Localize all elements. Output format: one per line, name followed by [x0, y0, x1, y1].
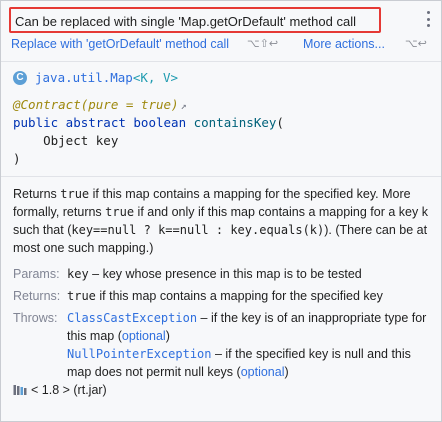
optional-link[interactable]: optional	[122, 329, 166, 343]
inspection-message: Can be replaced with single 'Map.getOrDe…	[9, 7, 381, 33]
annotation-line: @Contract(pure = true) ↗	[13, 96, 429, 114]
definition-block: C java.util.Map <K, V> @Contract(pure = t…	[1, 62, 441, 177]
library-name: < 1.8 > (rt.jar)	[31, 383, 107, 397]
throws-item: ClassCastException – if the key is of an…	[67, 311, 427, 343]
replace-action-link[interactable]: Replace with 'getOrDefault' method call	[11, 35, 229, 53]
class-name-link[interactable]: java.util.Map	[35, 69, 133, 87]
method-name: containsKey	[193, 115, 277, 130]
class-c-icon: C	[13, 71, 27, 85]
inspection-actions: Replace with 'getOrDefault' method call …	[11, 35, 433, 53]
parameter-line: Object key	[13, 133, 119, 148]
optional-link[interactable]: optional	[241, 365, 285, 379]
null-pointer-exception-link[interactable]: NullPointerException	[67, 347, 212, 361]
doc-tags: Params: key – key whose presence in this…	[13, 265, 429, 381]
returns-label: Returns:	[13, 289, 61, 303]
returns-text: true if this map contains a mapping for …	[67, 289, 383, 303]
params-label: Params:	[13, 267, 60, 281]
quick-documentation-popup: Can be replaced with single 'Map.getOrDe…	[0, 0, 442, 422]
more-actions-link[interactable]: More actions...	[303, 35, 385, 53]
signature-keywords: public abstract boolean	[13, 115, 194, 130]
more-actions-shortcut: ⌥↩	[405, 37, 427, 50]
kebab-menu-icon[interactable]	[425, 11, 431, 27]
inspection-panel: Can be replaced with single 'Map.getOrDe…	[1, 1, 441, 62]
throws-item: NullPointerException – if the specified …	[67, 347, 411, 379]
documentation-body: Returns true if this map contains a mapp…	[1, 177, 441, 381]
signature-line: public abstract boolean containsKey(	[13, 114, 429, 132]
replace-action-shortcut: ⌥⇧↩	[247, 37, 279, 50]
throws-list: ClassCastException – if the key is of an…	[67, 309, 429, 381]
contract-annotation[interactable]: @Contract(pure = true)	[13, 97, 179, 112]
library-jar-icon	[13, 385, 27, 395]
class-reference: C java.util.Map <K, V>	[13, 68, 429, 88]
close-paren-line: )	[13, 151, 21, 166]
open-paren: (	[276, 115, 284, 130]
external-link-icon[interactable]: ↗	[181, 101, 187, 112]
params-text: key – key whose presence in this map is …	[67, 267, 362, 281]
class-cast-exception-link[interactable]: ClassCastException	[67, 311, 197, 325]
throws-label: Throws:	[13, 311, 58, 325]
library-footer: < 1.8 > (rt.jar)	[13, 381, 107, 399]
method-description: Returns true if this map contains a mapp…	[13, 187, 428, 255]
class-generics: <K, V>	[132, 70, 178, 85]
